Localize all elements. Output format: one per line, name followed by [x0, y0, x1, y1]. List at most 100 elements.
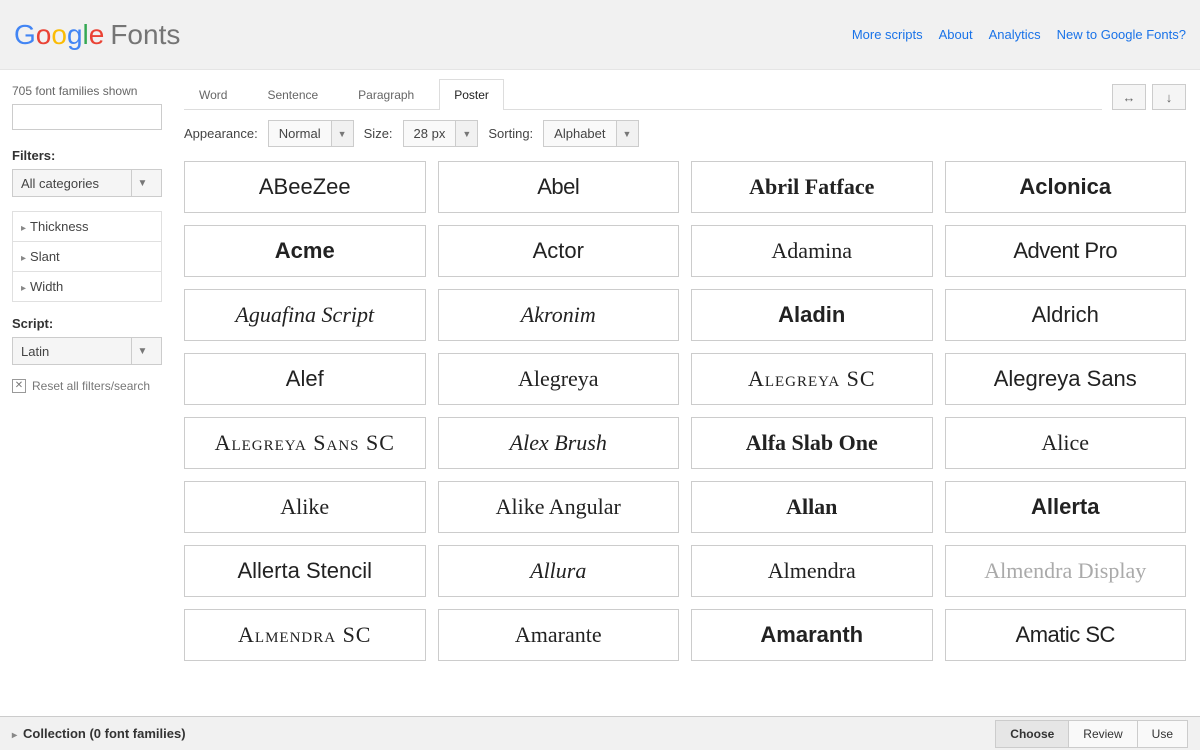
font-card[interactable]: Alike: [184, 481, 426, 533]
font-name: Acme: [275, 238, 335, 264]
font-name: ABeeZee: [259, 174, 351, 200]
header-link[interactable]: About: [939, 27, 973, 42]
appearance-dropdown[interactable]: Normal ▼: [268, 120, 354, 147]
size-value: 28 px: [403, 120, 457, 147]
font-name: Almendra SC: [238, 622, 371, 648]
download-icon: ↓: [1166, 90, 1173, 105]
font-card[interactable]: Actor: [438, 225, 680, 277]
font-grid: ABeeZee Abel Abril Fatface Aclonica Acme Acto…: [184, 161, 1186, 661]
font-name: Aladin: [778, 302, 845, 328]
sorting-value: Alphabet: [543, 120, 616, 147]
filter-item[interactable]: Width: [13, 271, 161, 301]
tab-sentence[interactable]: Sentence: [252, 79, 333, 110]
font-name: Almendra: [768, 558, 856, 584]
review-button[interactable]: Review: [1068, 720, 1137, 748]
font-card[interactable]: Amatic SC: [945, 609, 1187, 661]
font-card[interactable]: Amarante: [438, 609, 680, 661]
link-icon: ↔: [1123, 90, 1136, 105]
font-name: Abril Fatface: [749, 174, 874, 200]
chevron-down-icon: ▼: [131, 338, 153, 364]
search-input[interactable]: [12, 104, 162, 130]
font-card[interactable]: Alegreya Sans: [945, 353, 1187, 405]
font-card[interactable]: Alegreya SC: [691, 353, 933, 405]
categories-value: All categories: [21, 176, 99, 191]
font-name: Amaranth: [760, 622, 863, 648]
font-card[interactable]: Amaranth: [691, 609, 933, 661]
download-button[interactable]: ↓: [1152, 84, 1186, 110]
size-dropdown[interactable]: 28 px ▼: [403, 120, 479, 147]
font-card[interactable]: Aguafina Script: [184, 289, 426, 341]
appearance-label: Appearance:: [184, 126, 258, 141]
categories-dropdown[interactable]: All categories ▼: [12, 169, 162, 197]
header: Google Fonts More scripts About Analytics N…: [0, 0, 1200, 70]
chevron-down-icon: ▼: [131, 170, 153, 196]
font-name: Alegreya Sans SC: [215, 430, 395, 456]
font-name: Allerta Stencil: [237, 558, 372, 584]
font-card[interactable]: ABeeZee: [184, 161, 426, 213]
footer: Collection (0 font families) ChooseRevie…: [0, 716, 1200, 750]
font-name: Advent Pro: [1013, 238, 1117, 264]
font-name: Alike: [280, 494, 329, 520]
toolbar: ↔ ↓: [1112, 84, 1186, 110]
font-card[interactable]: Akronim: [438, 289, 680, 341]
font-card[interactable]: Abel: [438, 161, 680, 213]
font-name: Aguafina Script: [235, 302, 374, 328]
chevron-down-icon: ▼: [332, 120, 354, 147]
controls-row: Appearance: Normal ▼ Size: 28 px ▼ Sorti…: [184, 120, 1186, 147]
chevron-down-icon: ▼: [617, 120, 639, 147]
header-link[interactable]: New to Google Fonts?: [1057, 27, 1186, 42]
header-link[interactable]: Analytics: [989, 27, 1041, 42]
font-name: Actor: [533, 238, 584, 264]
font-card[interactable]: Aladin: [691, 289, 933, 341]
font-name: Abel: [537, 174, 579, 200]
font-name: Amatic SC: [1016, 622, 1115, 648]
tab-word[interactable]: Word: [184, 79, 242, 110]
font-name: Aldrich: [1032, 302, 1099, 328]
font-card[interactable]: Allura: [438, 545, 680, 597]
font-card[interactable]: Alfa Slab One: [691, 417, 933, 469]
font-card[interactable]: Adamina: [691, 225, 933, 277]
font-card[interactable]: Alice: [945, 417, 1187, 469]
link-button[interactable]: ↔: [1112, 84, 1146, 110]
font-card[interactable]: Advent Pro: [945, 225, 1187, 277]
font-card[interactable]: Alegreya Sans SC: [184, 417, 426, 469]
choose-button[interactable]: Choose: [995, 720, 1069, 748]
font-name: Alice: [1041, 430, 1089, 456]
font-card[interactable]: Aclonica: [945, 161, 1187, 213]
font-name: Alfa Slab One: [746, 430, 878, 456]
filters-label: Filters:: [12, 148, 160, 163]
font-name: Akronim: [521, 302, 596, 328]
filter-item[interactable]: Thickness: [13, 212, 161, 241]
sorting-dropdown[interactable]: Alphabet ▼: [543, 120, 638, 147]
tab-poster[interactable]: Poster: [439, 79, 504, 110]
font-card[interactable]: Acme: [184, 225, 426, 277]
font-card[interactable]: Alike Angular: [438, 481, 680, 533]
header-link[interactable]: More scripts: [852, 27, 923, 42]
font-name: Alegreya SC: [748, 366, 876, 392]
reset-label: Reset all filters/search: [32, 379, 150, 393]
font-card[interactable]: Almendra SC: [184, 609, 426, 661]
script-dropdown[interactable]: Latin ▼: [12, 337, 162, 365]
use-button[interactable]: Use: [1137, 720, 1188, 748]
font-card[interactable]: Aldrich: [945, 289, 1187, 341]
font-name: Allura: [530, 558, 586, 584]
sidebar: 705 font families shown Filters: All cat…: [0, 70, 170, 721]
google-fonts-logo[interactable]: Google Fonts: [14, 19, 180, 51]
font-card[interactable]: Almendra: [691, 545, 933, 597]
font-card[interactable]: Alex Brush: [438, 417, 680, 469]
script-label: Script:: [12, 316, 160, 331]
font-name: Alike Angular: [496, 494, 621, 520]
reset-filters[interactable]: ✕ Reset all filters/search: [12, 379, 160, 393]
font-card[interactable]: Allerta Stencil: [184, 545, 426, 597]
filter-item[interactable]: Slant: [13, 241, 161, 271]
tab-paragraph[interactable]: Paragraph: [343, 79, 429, 110]
font-card[interactable]: Almendra Display: [945, 545, 1187, 597]
font-card[interactable]: Alef: [184, 353, 426, 405]
font-card[interactable]: Alegreya: [438, 353, 680, 405]
collection-toggle[interactable]: Collection (0 font families): [12, 726, 186, 741]
font-card[interactable]: Allan: [691, 481, 933, 533]
font-card[interactable]: Abril Fatface: [691, 161, 933, 213]
sorting-label: Sorting:: [488, 126, 533, 141]
font-card[interactable]: Allerta: [945, 481, 1187, 533]
appearance-value: Normal: [268, 120, 332, 147]
